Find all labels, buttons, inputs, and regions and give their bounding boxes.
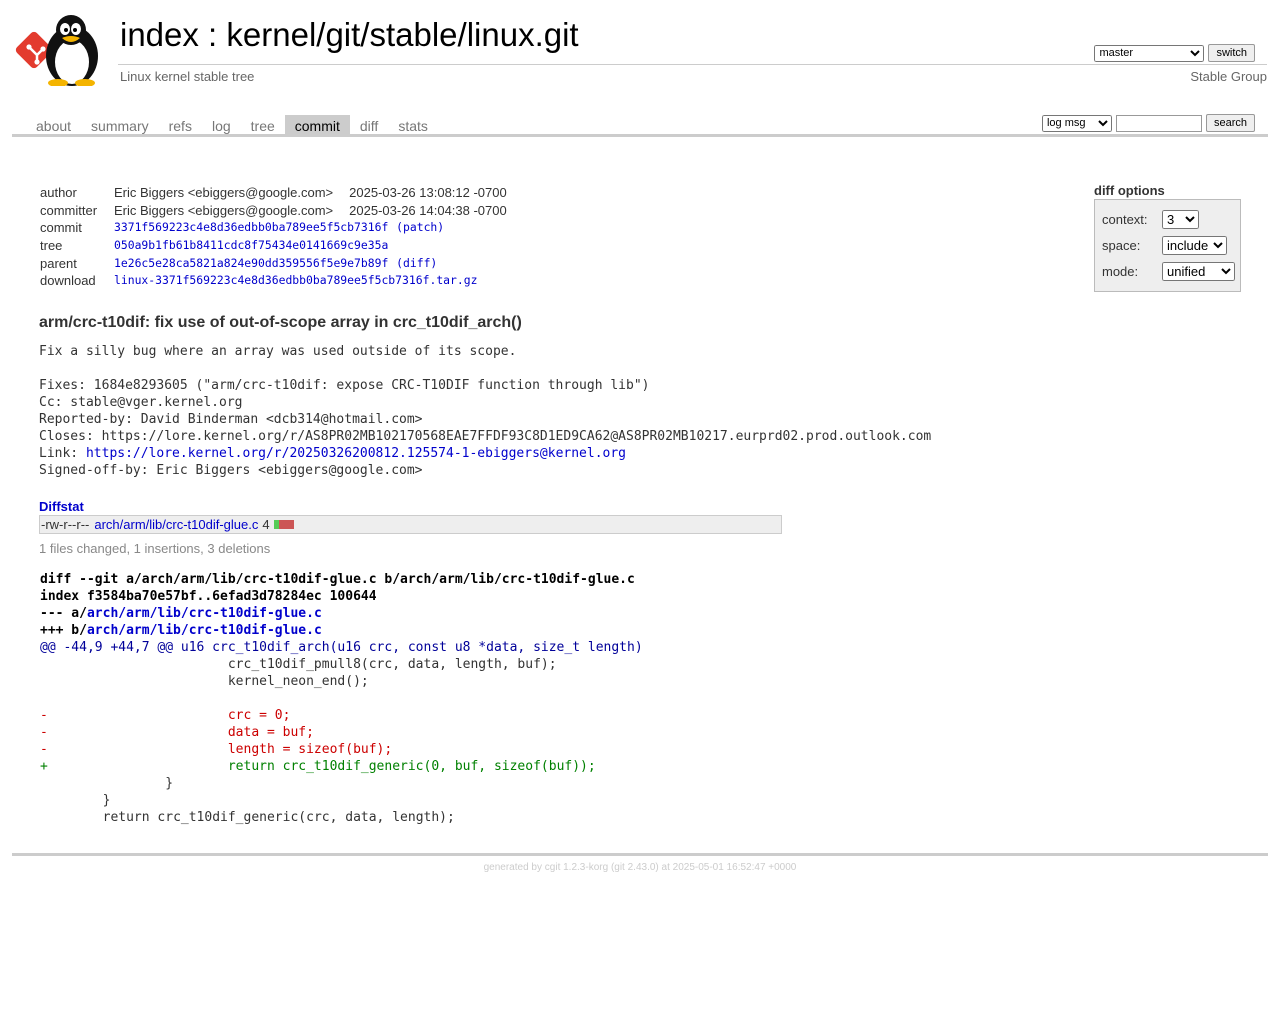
repo-owner: Stable Group [1190, 69, 1267, 84]
git-link[interactable]: (git 2.43.0) [611, 862, 659, 873]
link-prefix: Link: [39, 446, 86, 461]
switch-button[interactable]: switch [1208, 44, 1255, 62]
mode-select[interactable]: unified [1162, 262, 1235, 281]
repo-description: Linux kernel stable tree [120, 69, 255, 84]
committer-label: committer [40, 202, 98, 218]
header-divider [118, 64, 1267, 65]
commit-info-table: author Eric Biggers <ebiggers@google.com… [38, 184, 509, 290]
footer: generated by cgit 1.2.3-korg (git 2.43.0… [0, 862, 1280, 873]
mode-row: mode: unified [1102, 262, 1235, 281]
diff-minus-line: --- a/arch/arm/lib/crc-t10dif-glue.c [40, 606, 322, 621]
index-link[interactable]: index [120, 16, 199, 53]
signoff-line: Signed-off-by: Eric Biggers <ebiggers@go… [39, 463, 423, 478]
diffstat-row: -rw-r--r-- arch/arm/lib/crc-t10dif-glue.… [39, 515, 782, 534]
branch-form: master switch [1094, 44, 1255, 62]
search-scope-select[interactable]: log msg [1041, 114, 1112, 132]
author-row: author Eric Biggers <ebiggers@google.com… [38, 184, 509, 202]
parent-label: parent [40, 255, 77, 271]
download-label: download [40, 273, 96, 289]
tree-hash-link[interactable]: 050a9b1fb61b8411cdc8f75434e0141669c9e35a [114, 238, 388, 252]
footer-suffix: at 2025-05-01 16:52:47 +0000 [658, 862, 797, 873]
author-label: author [40, 185, 77, 201]
search-input[interactable] [1115, 114, 1202, 132]
download-link[interactable]: linux-3371f569223c4e8d36edbb0ba789ee5f5c… [114, 273, 477, 287]
patch-link[interactable]: (patch) [396, 220, 444, 234]
committer-value: Eric Biggers <ebiggers@google.com> [114, 202, 334, 218]
tabs-divider [12, 134, 1268, 137]
parent-diff-link[interactable]: (diff) [396, 256, 437, 270]
diff-minus-file-link[interactable]: arch/arm/lib/crc-t10dif-glue.c [87, 606, 322, 621]
file-mode: -rw-r--r-- [41, 517, 90, 532]
parent-row: parent 1e26c5e28ca5821a824e90dd359556f5e… [38, 254, 509, 272]
commit-row: commit 3371f569223c4e8d36edbb0ba789ee5f5… [38, 219, 509, 237]
parent-hash-link[interactable]: 1e26c5e28ca5821a824e90dd359556f5e9e7b89f [114, 256, 388, 270]
download-row: download linux-3371f569223c4e8d36edbb0ba… [38, 272, 509, 290]
commit-hash-link[interactable]: 3371f569223c4e8d36edbb0ba789ee5f5cb7316f [114, 220, 388, 234]
diff-deleted-line: - length = sizeof(buf); [40, 742, 393, 757]
diff-options-panel: diff options context: 3 space: include m… [1094, 183, 1241, 292]
cgit-link[interactable]: cgit 1.2.3-korg [545, 862, 608, 873]
mode-label: mode: [1102, 264, 1139, 279]
space-label: space: [1102, 238, 1141, 253]
footer-prefix: generated by [483, 862, 545, 873]
diff-context-line: crc_t10dif_pmull8(crc, data, length, buf… [40, 657, 557, 672]
committer-date: 2025-03-26 14:04:38 -0700 [349, 202, 507, 218]
diff-plus-prefix: +++ b/ [40, 623, 87, 638]
diff-context-line: } [40, 776, 174, 791]
diff-minus-prefix: --- a/ [40, 606, 87, 621]
diffstat-file-link[interactable]: arch/arm/lib/crc-t10dif-glue.c [94, 517, 258, 532]
diffstat-count: 4 [262, 517, 270, 532]
diff-plus-line: +++ b/arch/arm/lib/crc-t10dif-glue.c [40, 623, 322, 638]
diff-hunk-header: @@ -44,9 +44,7 @@ u16 crc_t10dif_arch(u1… [40, 640, 643, 655]
commit-label: commit [40, 220, 82, 236]
tree-label: tree [40, 238, 63, 254]
lore-link[interactable]: https://lore.kernel.org/r/20250326200812… [86, 446, 626, 461]
diffstat-summary: 1 files changed, 1 insertions, 3 deletio… [39, 541, 271, 556]
author-value: Eric Biggers <ebiggers@google.com> [114, 185, 334, 201]
footer-divider [12, 853, 1268, 856]
repo-link[interactable]: kernel/git/stable/linux.git [226, 16, 578, 53]
context-label: context: [1102, 212, 1148, 227]
diff-plus-file-link[interactable]: arch/arm/lib/crc-t10dif-glue.c [87, 623, 322, 638]
search-form: log msg search [1041, 114, 1255, 132]
diffstat-graph [273, 520, 294, 529]
context-row: context: 3 [1102, 210, 1199, 229]
diffstat-header[interactable]: Diffstat [39, 499, 84, 514]
message-body: Fix a silly bug where an array was used … [39, 344, 932, 444]
diff-options-box: context: 3 space: include mode: unified [1094, 199, 1241, 292]
space-select[interactable]: include [1162, 236, 1227, 255]
context-select[interactable]: 3 [1162, 210, 1199, 229]
tree-row: tree 050a9b1fb61b8411cdc8f75434e0141669c… [38, 237, 509, 255]
page-title: index : kernel/git/stable/linux.git [120, 16, 579, 54]
diff-view: diff --git a/arch/arm/lib/crc-t10dif-glu… [40, 571, 643, 826]
branch-select[interactable]: master [1094, 44, 1205, 62]
commit-message: Fix a silly bug where an array was used … [39, 343, 931, 479]
git-tux-logo-icon[interactable] [14, 10, 110, 87]
search-button[interactable]: search [1205, 114, 1255, 132]
title-separator: : [198, 16, 227, 53]
diff-context-line: kernel_neon_end(); [40, 674, 369, 689]
diff-deleted-line: - data = buf; [40, 725, 314, 740]
commit-subject: arm/crc-t10dif: fix use of out-of-scope … [39, 314, 522, 331]
space-row: space: include [1102, 236, 1227, 255]
diff-git-line: diff --git a/arch/arm/lib/crc-t10dif-glu… [40, 572, 635, 587]
committer-row: committer Eric Biggers <ebiggers@google.… [38, 202, 509, 220]
diff-context-line: } [40, 793, 111, 808]
diffstat-deletions-bar [278, 520, 294, 529]
diff-index-line: index f3584ba70e57bf..6efad3d78284ec 100… [40, 589, 377, 604]
diff-deleted-line: - crc = 0; [40, 708, 291, 723]
diff-options-title: diff options [1094, 183, 1165, 198]
diff-added-line: + return crc_t10dif_generic(0, buf, size… [40, 759, 596, 774]
diff-context-line: return crc_t10dif_generic(crc, data, len… [40, 810, 455, 825]
author-date: 2025-03-26 13:08:12 -0700 [349, 185, 507, 201]
